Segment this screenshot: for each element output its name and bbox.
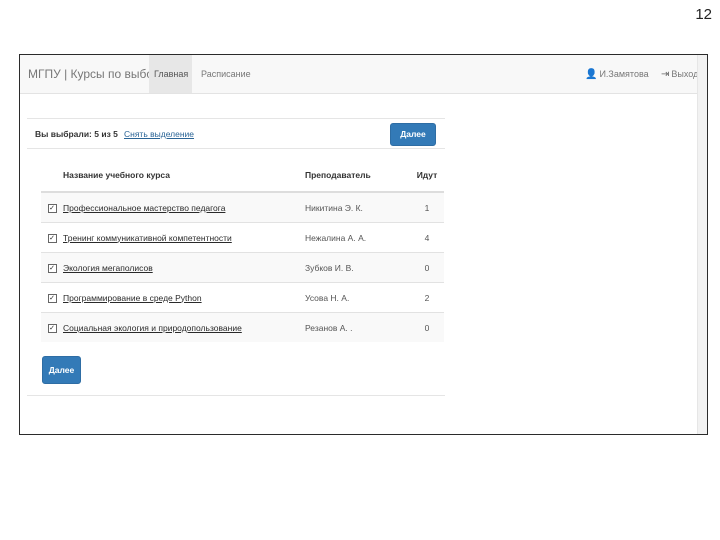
course-checkbox[interactable]: ✓ [47,264,57,273]
vertical-scrollbar[interactable] [697,55,707,434]
count-cell: 0 [410,312,444,342]
user-name: И.Замятова [599,69,649,79]
next-button-bottom[interactable]: Далее [42,356,81,384]
count-cell: 1 [410,191,444,223]
header-count: Идут [410,158,444,193]
teacher-cell: Резанов А. . [305,312,410,342]
logout-icon: ⇥ [661,69,670,80]
table-row: ✓ Программирование в среде Python Усова … [41,282,444,313]
user-icon: 👤 [585,69,598,80]
table-row: ✓ Экология мегаполисов Зубков И. В. 0 [41,252,444,283]
teacher-cell: Никитина Э. К. [305,191,410,223]
count-cell: 4 [410,222,444,253]
selection-prefix: Вы выбрали: [35,129,92,139]
logout-link[interactable]: ⇥ Выход [661,55,698,93]
course-checkbox[interactable]: ✓ [47,324,57,333]
divider [27,148,445,149]
course-link[interactable]: Профессиональное мастерство педагога [63,203,225,213]
teacher-cell: Нежалина А. А. [305,222,410,253]
course-checkbox[interactable]: ✓ [47,234,57,243]
course-checkbox[interactable]: ✓ [47,204,57,213]
header-course: Название учебного курса [63,158,305,193]
logout-label: Выход [671,69,699,79]
course-link[interactable]: Экология мегаполисов [63,263,153,273]
course-link[interactable]: Программирование в среде Python [63,293,202,303]
user-menu[interactable]: 👤 И.Замятова [585,55,649,93]
teacher-cell: Усова Н. А. [305,282,410,313]
table-row: ✓ Профессиональное мастерство педагога Н… [41,191,444,223]
count-cell: 2 [410,282,444,313]
next-button-top[interactable]: Далее [390,123,436,146]
checkbox-header [41,158,63,193]
table-row: ✓ Тренинг коммуникативной компетентности… [41,222,444,253]
top-navbar: МГПУ | Курсы по выбору Главная Расписани… [20,55,706,94]
selection-bar: Вы выбрали: 5 из 5 Снять выделение Далее [27,118,445,149]
brand-title[interactable]: МГПУ | Курсы по выбору [28,67,166,81]
header-teacher: Преподаватель [305,158,410,193]
slide-number: 12 [695,6,712,23]
tab-home[interactable]: Главная [149,55,192,93]
tab-schedule[interactable]: Расписание [196,55,256,93]
browser-viewport: МГПУ | Курсы по выбору Главная Расписани… [19,54,708,435]
course-link[interactable]: Тренинг коммуникативной компетентности [63,233,232,243]
selection-count: 5 из 5 [94,129,118,139]
courses-table: Название учебного курса Преподаватель Ид… [41,158,444,342]
divider [27,395,445,396]
table-row: ✓ Социальная экология и природопользован… [41,312,444,342]
course-link[interactable]: Социальная экология и природопользование [63,323,242,333]
course-checkbox[interactable]: ✓ [47,294,57,303]
selection-summary: Вы выбрали: 5 из 5 [35,129,118,139]
count-cell: 0 [410,252,444,283]
clear-selection-link[interactable]: Снять выделение [124,129,194,139]
teacher-cell: Зубков И. В. [305,252,410,283]
